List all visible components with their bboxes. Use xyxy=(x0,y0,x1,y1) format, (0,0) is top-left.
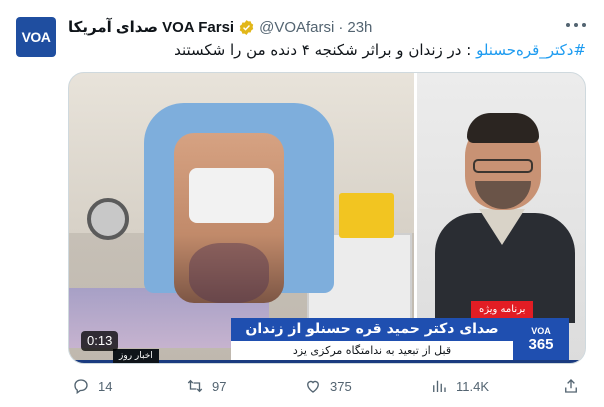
logo-top-text: VOA xyxy=(531,325,551,336)
tweet-card[interactable]: VOA صدای آمریکا VOA Farsi @VOAfarsi · 23… xyxy=(0,0,604,407)
avatar-logo-text: VOA xyxy=(21,29,51,45)
reply-icon xyxy=(74,379,88,395)
more-dot xyxy=(582,23,586,27)
action-bar: 14 97 375 11.4K xyxy=(68,374,586,398)
separator-dot: · xyxy=(338,18,344,36)
man-glasses-image xyxy=(473,159,533,173)
voa365-logo: VOA 365 xyxy=(513,318,569,360)
news-headline: صدای دکتر حمید قره حسنلو از زندان کرج xyxy=(231,318,513,360)
tweet-text: #دکتر_قره‌حسنلو : در زندان و براثر شکنجه… xyxy=(68,40,586,60)
repost-button[interactable]: 97 xyxy=(186,374,226,398)
man-hair-image xyxy=(467,113,539,143)
like-button[interactable]: 375 xyxy=(304,374,352,398)
reply-button[interactable]: 14 xyxy=(72,374,112,398)
video-timestamp: 0:13 xyxy=(81,331,119,351)
fan-image xyxy=(87,198,129,240)
news-lower-third: برنامه ویژه صدای دکتر حمید قره حسنلو از … xyxy=(69,301,585,363)
ticker-label: اخبار روز xyxy=(113,349,159,363)
handle[interactable]: @VOAfarsi xyxy=(259,19,334,36)
share-icon xyxy=(565,379,577,393)
like-count: 375 xyxy=(330,378,352,394)
verified-badge-icon xyxy=(239,19,254,35)
share-button[interactable] xyxy=(562,374,580,398)
heart-icon xyxy=(307,380,319,393)
video-player[interactable]: برنامه ویژه صدای دکتر حمید قره حسنلو از … xyxy=(68,72,586,364)
bruise-image xyxy=(189,243,269,303)
views-button[interactable]: 11.4K xyxy=(430,374,489,398)
bandage-image xyxy=(189,168,274,223)
reply-count: 14 xyxy=(98,378,113,394)
logo-bottom-text: 365 xyxy=(528,335,554,353)
timestamp-link[interactable]: 23h xyxy=(347,19,372,36)
display-name[interactable]: صدای آمریکا VOA Farsi xyxy=(68,18,234,36)
views-count: 11.4K xyxy=(456,378,490,394)
tweet-header: صدای آمریکا VOA Farsi @VOAfarsi · 23h xyxy=(68,16,372,38)
hashtag-link[interactable]: #دکتر_قره‌حسنلو xyxy=(476,41,586,59)
more-options-icon[interactable] xyxy=(566,18,586,32)
repost-icon xyxy=(187,379,203,393)
more-dot xyxy=(574,23,578,27)
views-chart-icon xyxy=(433,380,446,392)
repost-count: 97 xyxy=(212,378,227,394)
news-subline: قبل از تبعید به ندامتگاه مرکزی یزد xyxy=(231,341,513,360)
avatar[interactable]: VOA xyxy=(16,17,56,57)
yellow-box-image xyxy=(339,193,394,238)
more-dot xyxy=(566,23,570,27)
tweet-body: : در زندان و براثر شکنجه ۴ دنده من را شک… xyxy=(174,41,472,59)
program-tag: برنامه ویژه xyxy=(471,301,534,318)
